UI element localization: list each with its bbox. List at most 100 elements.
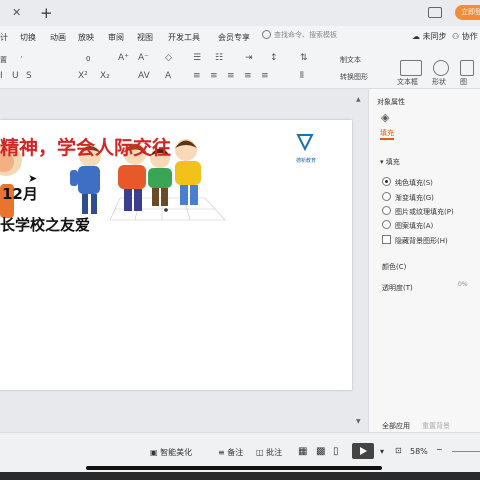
fill-section-header[interactable]: ▾ 填充	[380, 157, 400, 167]
kid-figure-4	[175, 139, 201, 205]
fit-window-icon[interactable]: ⊡	[395, 446, 402, 455]
scroll-up-icon[interactable]: ▲	[356, 96, 361, 103]
increase-font-icon[interactable]: A⁺	[118, 53, 129, 63]
reset-background-button[interactable]: 重置背景	[422, 421, 450, 431]
textbox-icon[interactable]	[400, 60, 422, 76]
sync-label: 未同步	[422, 32, 447, 41]
zoom-slider[interactable]	[452, 451, 480, 452]
picture-label[interactable]: 图	[460, 77, 467, 87]
shapes-label[interactable]: 形状	[432, 77, 446, 87]
strikethrough-icon[interactable]: S	[26, 71, 32, 81]
command-search-placeholder: 查找命令、搜索模板	[274, 31, 337, 39]
notes-button[interactable]: ≡ 备注	[218, 447, 243, 458]
window-layout-icon[interactable]	[428, 7, 442, 18]
close-tab-icon[interactable]: ✕	[12, 6, 21, 19]
radio-gradient[interactable]	[382, 192, 391, 201]
tab-fill[interactable]: 填充	[380, 128, 394, 138]
search-icon	[262, 30, 271, 39]
option-picture-label: 图片或纹理填充(P)	[395, 208, 454, 216]
brand-name: 德新教育	[296, 158, 317, 164]
align-left-icon[interactable]: ≡	[193, 71, 201, 81]
textbox-label[interactable]: 文本框	[397, 77, 418, 87]
menu-member[interactable]: 会员专享	[218, 32, 250, 43]
command-search[interactable]: 查找命令、搜索模板	[262, 30, 382, 42]
comments-button[interactable]: ◫ 批注	[256, 447, 282, 458]
slideshow-play-button[interactable]	[352, 443, 374, 459]
slide-title[interactable]: 精神，学会人际交往	[0, 133, 171, 160]
transparency-value[interactable]: 0%	[458, 281, 468, 288]
collab-button[interactable]: ⚇ 协作	[452, 31, 478, 42]
collab-label: 协作	[461, 32, 478, 41]
menu-design[interactable]: 计	[0, 32, 8, 43]
radio-picture[interactable]	[382, 206, 391, 215]
shapes-icon[interactable]	[433, 60, 449, 76]
decrease-font-icon[interactable]: A⁻	[138, 53, 149, 63]
menu-slideshow[interactable]: 放映	[78, 32, 94, 43]
normal-view-icon[interactable]: ▦	[298, 446, 307, 457]
menu-animation[interactable]: 动画	[50, 32, 66, 43]
text-frame-dropdown[interactable]: 制文本	[340, 55, 361, 65]
option-pattern-fill[interactable]: 图案填充(A)	[382, 220, 433, 231]
smart-beautify-button[interactable]: ▣ 智能美化	[150, 447, 192, 458]
fill-bucket-icon[interactable]: ◈	[381, 111, 389, 124]
radio-pattern[interactable]	[382, 220, 391, 229]
subscript-icon[interactable]: X₂	[100, 71, 110, 81]
slide-date[interactable]: 12月	[2, 183, 38, 204]
tab-bar	[0, 0, 480, 26]
align-right-icon[interactable]: ≡	[227, 71, 235, 81]
underline-icon[interactable]: U	[12, 71, 19, 81]
option-hide-bg[interactable]: 隐藏背景图形(H)	[382, 235, 448, 246]
scroll-down-icon[interactable]: ▼	[356, 418, 361, 425]
text-direction-icon[interactable]: ⇅	[300, 53, 308, 63]
new-tab-icon[interactable]: +	[40, 4, 53, 22]
bullets-icon[interactable]: ☰	[193, 53, 201, 63]
picture-icon[interactable]	[460, 60, 474, 76]
align-center-icon[interactable]: ≡	[210, 71, 218, 81]
sync-status[interactable]: ☁ 未同步	[412, 31, 447, 42]
hide-bg-checkbox[interactable]	[382, 235, 391, 244]
distribute-icon[interactable]: ≡	[261, 71, 269, 81]
notes-label: 备注	[227, 448, 244, 457]
convert-smartart-dropdown[interactable]: 转换图形	[340, 72, 368, 82]
option-solid-fill[interactable]: 纯色填充(S)	[382, 177, 433, 188]
smart-beautify-label: 智能美化	[160, 448, 193, 457]
numbering-icon[interactable]: ☷	[215, 53, 223, 63]
sorter-view-icon[interactable]: ▩	[316, 446, 325, 457]
login-button[interactable]: 立即登录	[455, 5, 480, 20]
home-indicator	[86, 466, 382, 470]
italic-icon[interactable]: I	[0, 71, 3, 81]
zoom-level[interactable]: 58%	[410, 447, 428, 456]
line-spacing-icon[interactable]: ↕	[270, 53, 278, 63]
justify-icon[interactable]: ≡	[244, 71, 252, 81]
menu-view[interactable]: 视图	[137, 32, 153, 43]
properties-pane	[368, 89, 480, 432]
comments-label: 批注	[266, 448, 283, 457]
menu-review[interactable]: 审阅	[108, 32, 124, 43]
fill-section-label: 填充	[385, 158, 400, 166]
option-picture-fill[interactable]: 图片或纹理填充(P)	[382, 206, 454, 217]
vertical-scrollbar[interactable]: ▲ ▼	[356, 96, 364, 426]
menu-transition[interactable]: 切换	[20, 32, 36, 43]
font-name-dropdown-icon[interactable]: ·	[20, 53, 23, 63]
radio-solid[interactable]	[382, 177, 391, 186]
font-size-field[interactable]: 0	[86, 55, 90, 63]
mouse-cursor-icon: ➤	[28, 172, 38, 185]
char-spacing-icon[interactable]: AV	[138, 71, 150, 81]
color-label: 颜色(C)	[382, 263, 407, 271]
option-gradient-fill[interactable]: 渐变填充(G)	[382, 192, 434, 203]
slide-subtitle[interactable]: 长学校之友爱	[0, 214, 90, 235]
pane-header: 对象属性	[377, 98, 405, 106]
reset-button[interactable]: 置	[0, 55, 7, 65]
font-color-icon[interactable]: A	[165, 71, 171, 81]
superscript-icon[interactable]: X²	[78, 71, 88, 81]
reading-view-icon[interactable]: ▯	[333, 446, 339, 457]
option-solid-label: 纯色填充(S)	[395, 179, 433, 187]
indent-icon[interactable]: ⇥	[245, 53, 253, 63]
zoom-out-icon[interactable]: −	[436, 445, 443, 454]
clear-format-icon[interactable]: ◇	[165, 53, 172, 63]
zoom-dropdown-icon[interactable]: ▾	[380, 447, 384, 456]
menu-developer[interactable]: 开发工具	[168, 32, 200, 43]
option-gradient-label: 渐变填充(G)	[395, 194, 434, 202]
apply-all-button[interactable]: 全部应用	[382, 421, 410, 431]
columns-icon[interactable]: ⫴	[300, 71, 304, 81]
